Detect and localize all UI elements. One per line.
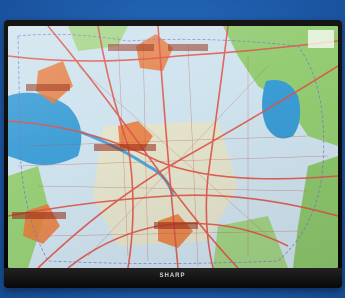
photo-stage: SHARP: [0, 0, 345, 298]
zone-label-west: [26, 84, 70, 91]
map-legend-box: [308, 30, 334, 48]
zone-label-north-2: [168, 44, 208, 51]
zone-label-center: [94, 144, 156, 151]
tv-screen: [8, 26, 338, 268]
zone-label-north-1: [108, 44, 154, 51]
zone-label-southwest: [12, 212, 66, 219]
tv-brand-logo: SHARP: [159, 273, 186, 279]
city-map: [8, 26, 338, 268]
zone-label-south: [154, 222, 198, 229]
